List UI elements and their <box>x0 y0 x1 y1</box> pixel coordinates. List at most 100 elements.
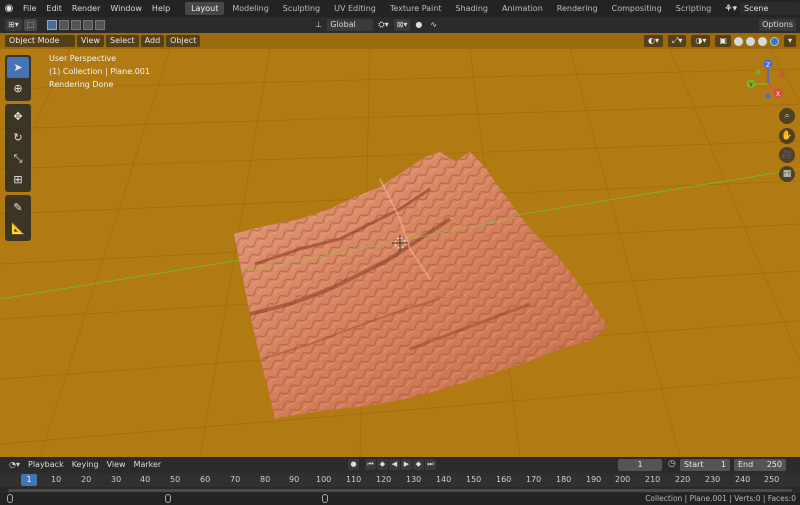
tick-label: 130 <box>406 475 422 484</box>
menu-timeline-view[interactable]: View <box>103 459 130 471</box>
gizmo-x-label: X <box>776 91 780 98</box>
annotate-tool-icon[interactable]: ✎ <box>7 197 29 218</box>
tab-rendering[interactable]: Rendering <box>551 2 604 15</box>
current-frame-field[interactable]: 1 <box>618 459 662 471</box>
tick-label: 70 <box>230 475 241 484</box>
tick-label: 150 <box>466 475 482 484</box>
tick-label: 250 <box>764 475 780 484</box>
scene-selector[interactable]: ⚘▾ Scene <box>724 0 800 17</box>
start-frame-field[interactable]: Start 1 <box>680 459 730 471</box>
orientation-dropdown[interactable]: Global <box>327 19 374 31</box>
shading-options-icon[interactable]: ▾ <box>783 35 796 47</box>
record-icon[interactable]: ● <box>348 459 359 470</box>
material-shading-icon[interactable] <box>757 36 767 46</box>
solid-shading-icon[interactable] <box>745 36 755 46</box>
scene-name-field[interactable]: Scene <box>740 2 800 15</box>
next-keyframe-icon[interactable]: ◆ <box>413 459 424 470</box>
jump-start-icon[interactable]: ⏮ <box>365 459 376 470</box>
tab-compositing[interactable]: Compositing <box>606 2 668 15</box>
xray-icon[interactable]: ▣ <box>715 35 731 47</box>
tick-label: 140 <box>436 475 452 484</box>
orientation-icon: ⊥ <box>312 19 326 31</box>
viewport-shading-controls: ◐▾ ⤢▾ ◑▾ ▣ ▾ <box>642 35 796 47</box>
proportional-edit-icon[interactable]: ● <box>412 19 426 31</box>
select-mode-new-icon[interactable] <box>47 20 58 30</box>
wireframe-shading-icon[interactable] <box>733 36 743 46</box>
select-mode-invert-icon[interactable] <box>83 20 94 30</box>
select-tool-icon[interactable]: ➤ <box>7 57 29 78</box>
menu-object[interactable]: Object <box>166 35 201 47</box>
move-tool-icon[interactable]: ✥ <box>7 106 29 127</box>
measure-tool-icon[interactable]: 📐 <box>7 218 29 239</box>
menu-edit[interactable]: Edit <box>41 0 67 17</box>
menu-select[interactable]: Select <box>105 35 139 47</box>
tab-uv-editing[interactable]: UV Editing <box>328 2 382 15</box>
blender-logo-icon[interactable]: ◉ <box>0 0 18 17</box>
snap-icon[interactable]: ⊠▾ <box>393 19 411 31</box>
tab-layout[interactable]: Layout <box>185 2 225 15</box>
tab-scripting[interactable]: Scripting <box>670 2 718 15</box>
play-icon[interactable]: ▶ <box>401 459 412 470</box>
3d-viewport[interactable]: Z X Y User Perspective (1) Collection | … <box>0 49 800 457</box>
transform-tool-icon[interactable]: ⊞ <box>7 169 29 190</box>
menu-add[interactable]: Add <box>140 35 165 47</box>
mouse-left-icon <box>7 494 13 503</box>
end-value: 250 <box>766 460 782 469</box>
perspective-toggle-icon[interactable]: ▦ <box>779 166 795 182</box>
gizmo-toggle-icon[interactable]: ⤢▾ <box>668 35 687 47</box>
editor-type-icon[interactable]: ⊞▾ <box>5 19 22 31</box>
pan-hand-icon[interactable]: ✋ <box>779 128 795 144</box>
menu-marker[interactable]: Marker <box>130 459 166 471</box>
menu-window[interactable]: Window <box>105 0 147 17</box>
select-mode-extend-icon[interactable] <box>59 20 70 30</box>
mouse-right-icon <box>322 494 328 503</box>
top-menu-bar: ◉ File Edit Render Window Help Layout Mo… <box>0 0 800 17</box>
tick-label: 20 <box>81 475 92 484</box>
menu-render[interactable]: Render <box>67 0 105 17</box>
rotate-tool-icon[interactable]: ↻ <box>7 127 29 148</box>
tick-label: 210 <box>645 475 661 484</box>
render-status-label: Rendering Done <box>49 80 114 89</box>
select-box-tool-icon[interactable]: ⬚ <box>23 19 38 31</box>
playhead-frame-indicator[interactable]: 1 <box>21 474 37 486</box>
timeline-ruler[interactable]: 1 10 20 30 40 50 60 70 80 90 100 110 120… <box>0 473 800 487</box>
visibility-icon[interactable]: ◐▾ <box>644 35 663 47</box>
tick-label: 60 <box>200 475 211 484</box>
menu-playback[interactable]: Playback <box>24 459 68 471</box>
pivot-icon[interactable]: ⛭▾ <box>375 19 392 31</box>
camera-view-icon[interactable]: 🎥 <box>779 147 795 163</box>
tab-sculpting[interactable]: Sculpting <box>277 2 326 15</box>
menu-keying[interactable]: Keying <box>68 459 103 471</box>
tab-texture-paint[interactable]: Texture Paint <box>384 2 448 15</box>
falloff-icon[interactable]: ∿ <box>427 19 441 31</box>
rendered-shading-icon[interactable] <box>769 36 779 46</box>
scene-statistics: Collection | Plane.001 | Verts:0 | Faces… <box>645 494 796 503</box>
tab-modeling[interactable]: Modeling <box>226 2 274 15</box>
play-reverse-icon[interactable]: ◀ <box>389 459 400 470</box>
jump-end-icon[interactable]: ⏭ <box>425 459 436 470</box>
menu-view[interactable]: View <box>77 35 104 47</box>
prev-keyframe-icon[interactable]: ◆ <box>377 459 388 470</box>
tick-label: 190 <box>586 475 602 484</box>
tab-shading[interactable]: Shading <box>449 2 494 15</box>
end-frame-field[interactable]: End 250 <box>734 459 786 471</box>
cursor-tool-icon[interactable]: ⊕ <box>7 78 29 99</box>
scale-tool-icon[interactable]: ⤡ <box>7 148 29 169</box>
timeline-editor-type-icon[interactable]: ◔▾ <box>5 459 24 471</box>
tab-animation[interactable]: Animation <box>496 2 549 15</box>
gizmo-y-label: Y <box>748 82 753 89</box>
timeline-scroll-track[interactable] <box>8 489 792 492</box>
status-bar: Collection | Plane.001 | Verts:0 | Faces… <box>0 493 800 505</box>
zoom-icon[interactable]: ⌕ <box>779 108 795 124</box>
options-dropdown[interactable]: Options <box>759 19 796 31</box>
mode-dropdown[interactable]: Object Mode <box>5 35 75 47</box>
menu-help[interactable]: Help <box>147 0 175 17</box>
tick-label: 200 <box>615 475 631 484</box>
tick-label: 30 <box>111 475 122 484</box>
select-mode-intersect-icon[interactable] <box>95 20 106 30</box>
select-mode-subtract-icon[interactable] <box>71 20 82 30</box>
overlay-toggle-icon[interactable]: ◑▾ <box>691 35 711 47</box>
scene-icon: ⚘▾ <box>724 3 737 14</box>
menu-file[interactable]: File <box>18 0 41 17</box>
viewport-canvas[interactable]: Z X Y <box>0 49 800 457</box>
